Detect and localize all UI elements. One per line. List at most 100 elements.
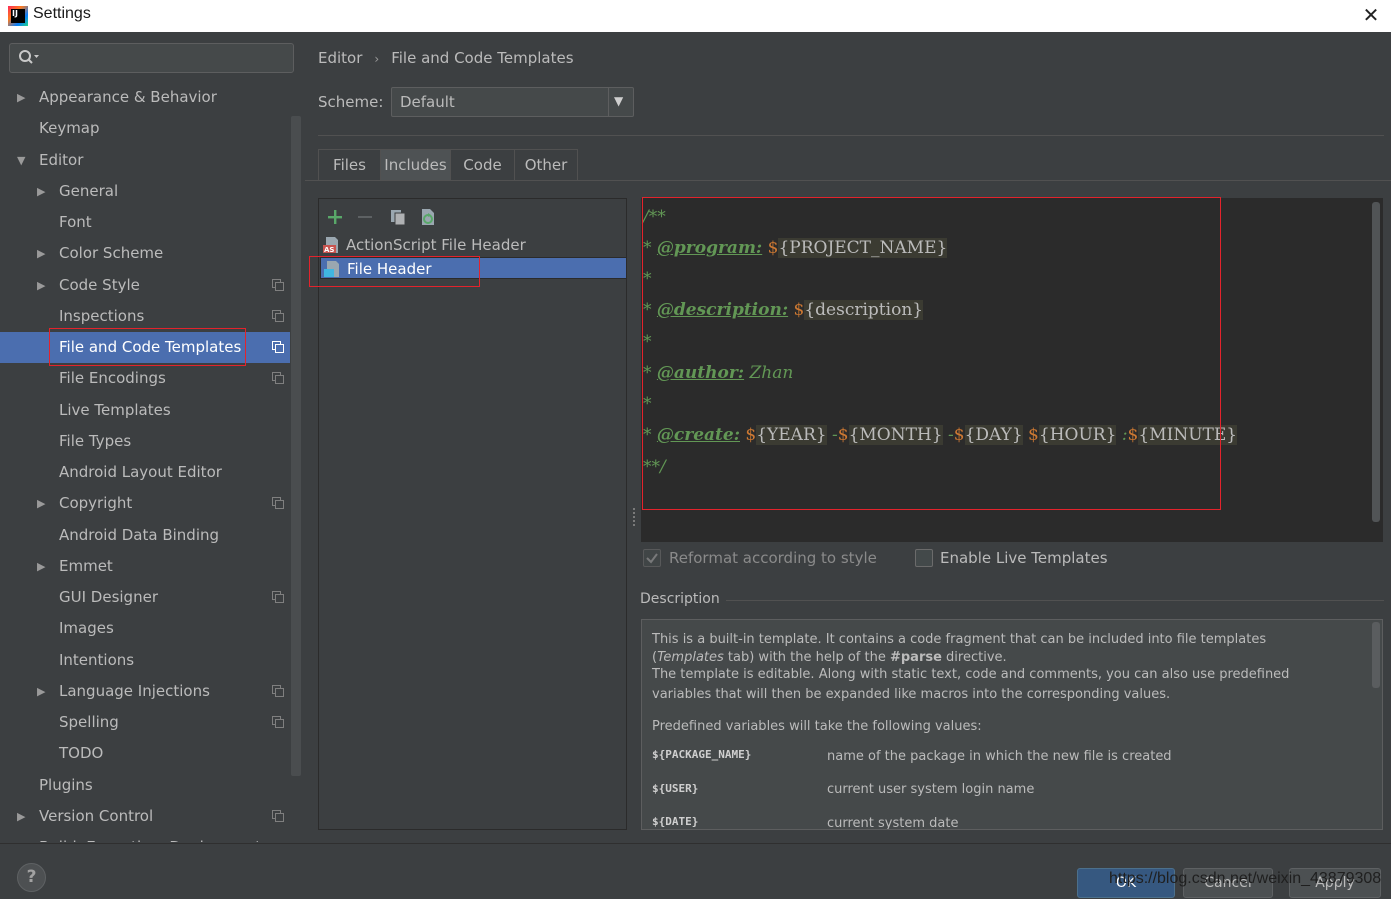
title-bar: IJ Settings ✕ [0, 0, 1391, 32]
sidebar-item[interactable]: GUI Designer [0, 582, 290, 613]
sidebar-item-label: Android Layout Editor [59, 463, 222, 481]
sidebar-item-label: Intentions [59, 650, 135, 669]
editor-scrollbar[interactable] [1372, 202, 1380, 522]
sidebar-item[interactable]: Images [0, 613, 290, 644]
sidebar-item[interactable]: ▶ Appearance & Behavior [0, 82, 290, 113]
sidebar-item-label: General [59, 181, 119, 200]
enable-live-templates-label: Enable Live Templates [940, 549, 1108, 567]
description-line-3: The template is editable. Along with sta… [652, 667, 1290, 682]
collapsed-arrow-icon[interactable]: ▶ [37, 270, 45, 301]
highlight-box-editor [642, 197, 1221, 510]
sidebar-item-label: Android Data Binding [59, 525, 220, 544]
sidebar-item[interactable]: Live Templates [0, 395, 290, 426]
collapsed-arrow-icon[interactable]: ▶ [17, 832, 25, 842]
project-scope-icon [272, 341, 284, 353]
sidebar-item-label: Copyright [59, 494, 133, 513]
description-line-1: This is a built-in template. It contains… [652, 632, 1267, 647]
sidebar-item[interactable]: ▶ Build, Execution, Deployment [0, 832, 290, 842]
sidebar-item-label: Build, Execution, Deployment [39, 832, 261, 842]
collapsed-arrow-icon[interactable]: ▶ [37, 238, 45, 269]
sidebar-item-label: Spelling [59, 713, 119, 731]
intellij-app-icon: IJ [8, 6, 28, 26]
sidebar-item[interactable]: Spelling [0, 707, 290, 738]
sidebar-item[interactable]: ▶ Version Control [0, 801, 290, 832]
breadcrumb-separator: › [374, 52, 380, 66]
sidebar-item[interactable]: ▶ Emmet [0, 551, 290, 582]
reset-icon[interactable] [418, 207, 438, 227]
sidebar-item-label: Appearance & Behavior [39, 88, 217, 106]
sidebar-item-label: Color Scheme [59, 244, 164, 263]
template-list: AS ActionScript File Header File Header [318, 198, 627, 830]
sidebar-item[interactable]: TODO [0, 738, 290, 769]
project-scope-icon [272, 809, 284, 822]
help-button[interactable]: ? [17, 863, 46, 892]
splitter-handle[interactable] [632, 508, 636, 526]
tree-scrollbar[interactable] [291, 116, 301, 776]
sidebar-item[interactable]: ▶ Language Injections [0, 676, 290, 707]
sidebar-item-label: Plugins [39, 775, 93, 794]
search-icon [19, 50, 39, 64]
description-line-2: (Templates tab) with the help of the #pa… [652, 650, 1007, 665]
sidebar-item[interactable]: File Types [0, 426, 290, 457]
reformat-checkbox[interactable] [643, 549, 661, 567]
settings-search-input[interactable] [9, 43, 294, 73]
sidebar-item[interactable]: ▶ Copyright [0, 488, 290, 519]
breadcrumb-parent[interactable]: Editor [318, 49, 362, 67]
sidebar-item[interactable]: Android Layout Editor [0, 457, 290, 488]
header-separator [318, 135, 1384, 136]
collapsed-arrow-icon[interactable]: ▶ [37, 551, 45, 582]
variable-name: ${PACKAGE_NAME} [652, 748, 752, 761]
scheme-value: Default [400, 93, 455, 111]
sidebar-item[interactable]: ▶ Color Scheme [0, 238, 290, 269]
sidebar-item[interactable]: File Encodings [0, 363, 290, 394]
sidebar-item-label: Font [59, 213, 92, 231]
tab-other[interactable]: Other [514, 149, 578, 180]
template-item-label: ActionScript File Header [346, 236, 526, 254]
sidebar-item[interactable]: ▼ Editor [0, 145, 290, 176]
combo-divider [608, 88, 609, 116]
variable-name: ${USER} [652, 782, 699, 795]
collapsed-arrow-icon[interactable]: ▶ [17, 801, 25, 832]
description-scrollbar[interactable] [1372, 622, 1380, 688]
sidebar-item[interactable]: Intentions [0, 645, 290, 676]
sidebar-item-label: Live Templates [59, 400, 171, 419]
template-item[interactable]: AS ActionScript File Header [320, 234, 627, 256]
remove-icon[interactable] [355, 207, 375, 227]
variable-name: ${DATE} [652, 815, 699, 828]
copy-icon[interactable] [388, 207, 408, 227]
sidebar-item[interactable]: Plugins [0, 770, 290, 801]
collapsed-arrow-icon[interactable]: ▶ [17, 82, 25, 113]
description-panel: This is a built-in template. It contains… [641, 619, 1383, 830]
collapsed-arrow-icon[interactable]: ▶ [37, 488, 45, 519]
sidebar-item-label: Code Style [59, 275, 140, 294]
sidebar-item[interactable]: ▶ General [0, 176, 290, 207]
tab-includes[interactable]: Includes [380, 149, 451, 180]
sidebar-item[interactable]: Font [0, 207, 290, 238]
tab-files[interactable]: Files [318, 149, 381, 180]
variable-description: current system date [827, 816, 959, 830]
add-icon[interactable] [325, 207, 345, 227]
highlight-box-tree [49, 328, 246, 366]
expanded-arrow-icon[interactable]: ▼ [17, 145, 25, 176]
scheme-dropdown[interactable]: Default ▼ [391, 87, 634, 117]
enable-live-templates-checkbox[interactable] [915, 549, 933, 567]
tab-code[interactable]: Code [450, 149, 515, 180]
breadcrumb: Editor › File and Code Templates [318, 49, 574, 67]
sidebar-item[interactable]: Android Data Binding [0, 520, 290, 551]
description-title: Description [640, 591, 720, 607]
variable-description: name of the package in which the new fil… [827, 749, 1172, 764]
settings-nav-panel: ▶ Appearance & Behavior Keymap ▼ Editor ▶ Gene… [0, 33, 304, 843]
chevron-down-icon: ▼ [614, 94, 624, 108]
tabs-underline [305, 180, 1391, 181]
sidebar-item[interactable]: Keymap [0, 113, 290, 144]
collapsed-arrow-icon[interactable]: ▶ [37, 676, 45, 707]
collapsed-arrow-icon[interactable]: ▶ [37, 176, 45, 207]
variable-description: current user system login name [827, 782, 1035, 797]
settings-tree: ▶ Appearance & Behavior Keymap ▼ Editor ▶ Gene… [0, 82, 290, 842]
sidebar-item[interactable]: ▶ Code Style [0, 270, 290, 301]
reformat-label: Reformat according to style [669, 549, 877, 567]
checkmark-icon [646, 553, 658, 564]
project-scope-icon [272, 278, 284, 291]
close-icon[interactable]: ✕ [1359, 3, 1383, 27]
sidebar-item-label: File Types [59, 431, 132, 450]
